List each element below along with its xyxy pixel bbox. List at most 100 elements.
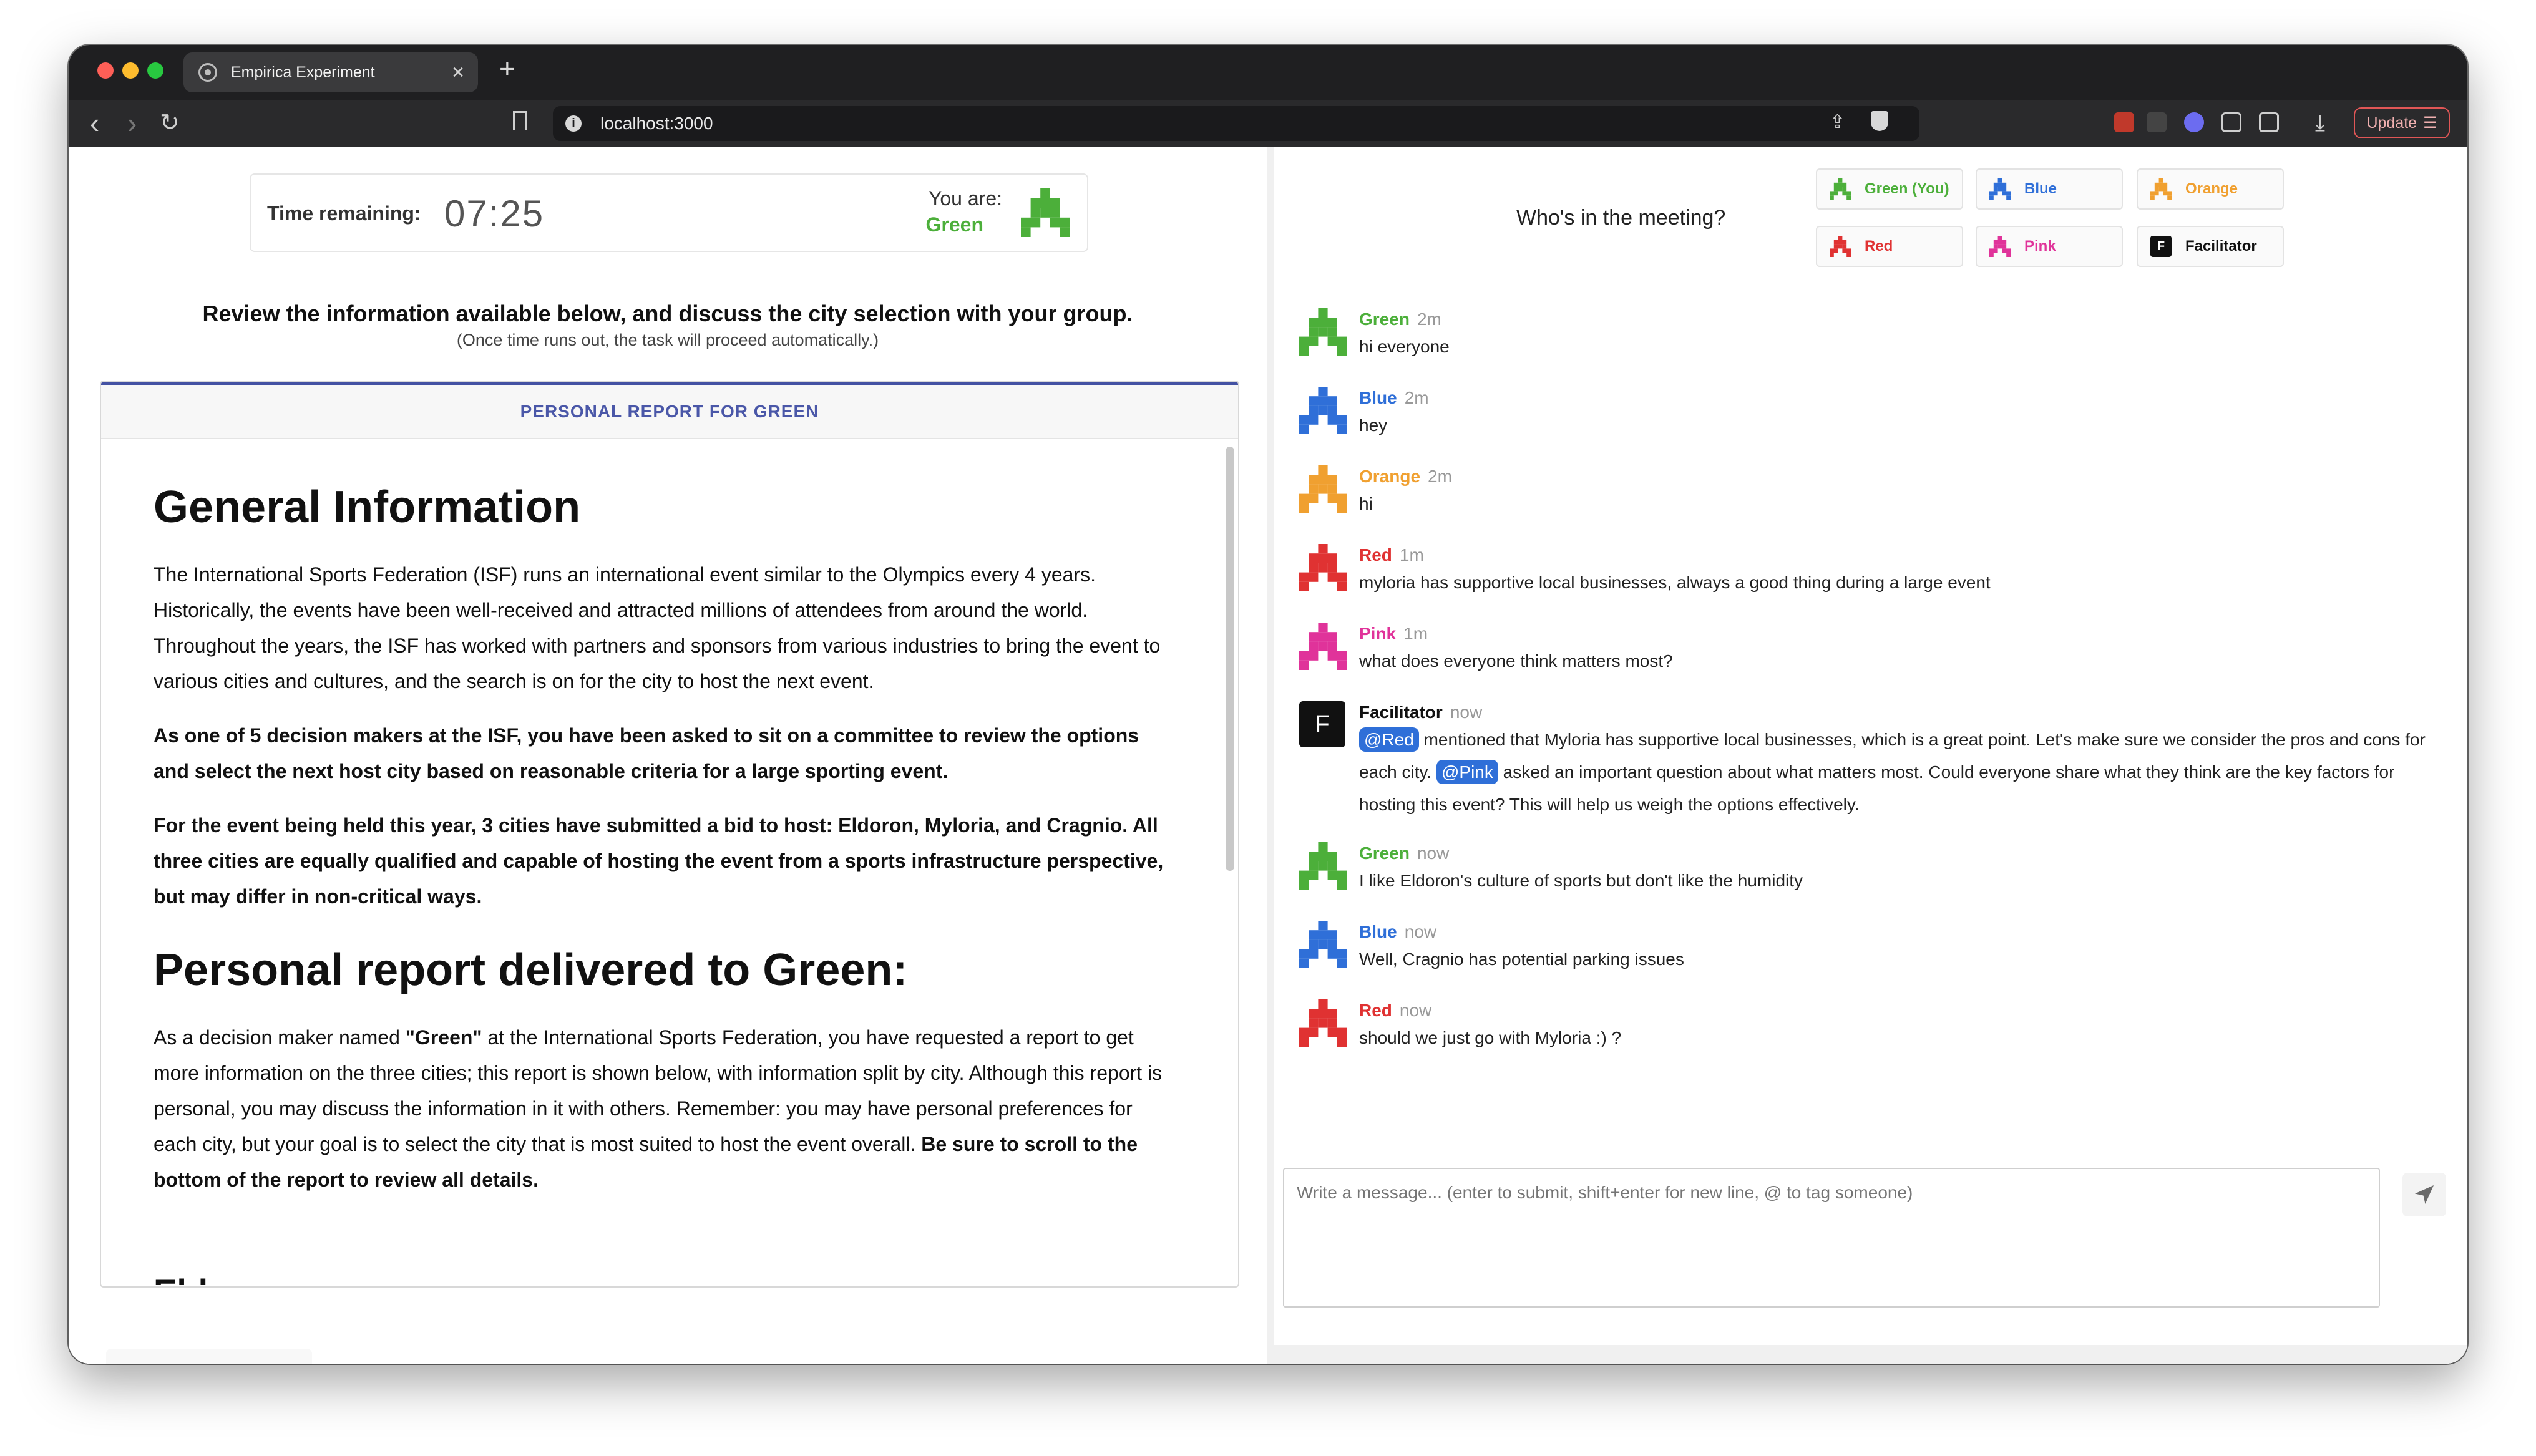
update-button[interactable]: Update ☰ [2354,107,2450,138]
participant-chip-green[interactable]: Green (You) [1816,168,1963,210]
brave-shield-icon[interactable] [1871,111,1888,131]
message-text: myloria has supportive local businesses,… [1359,573,1991,592]
message-text: what does everyone think matters most? [1359,651,1673,671]
extension-red-icon[interactable] [2114,112,2134,132]
participant-label: Orange [2185,180,2238,197]
time-remaining-value: 07:25 [444,193,545,235]
message-text-b: asked an important question about what m… [1359,762,2395,814]
mention-red[interactable]: @Red [1359,727,1419,752]
instructions-subtext: (Once time runs out, the task will proce… [456,331,879,349]
red-avatar-icon [1299,999,1347,1047]
general-information-heading: General Information [154,482,581,532]
message-text: Well, Cragnio has potential parking issu… [1359,949,1684,969]
tab-close-icon[interactable]: × [452,61,464,85]
participant-chip-facilitator[interactable]: F Facilitator [2137,226,2284,267]
chat-message-facilitator: F Facilitator now @Red mentioned that Myl… [1299,701,2447,842]
participant-label: Blue [2024,180,2057,197]
participant-chip-red[interactable]: Red [1816,226,1963,267]
new-tab-button[interactable]: + [499,54,515,85]
instructions-text: Review the information available below, … [202,301,1133,326]
task-pane: Time remaining: 07:25 You are: Green Rev… [69,147,1267,1364]
city-heading-eldoron: Eldoron [154,1273,1164,1285]
chat-panel-footer [1274,1345,2467,1364]
personal-report-heading: Personal report delivered to Green: [154,945,908,996]
message-text: @Red mentioned that Myloria has supporti… [1359,724,2447,821]
message-input[interactable] [1284,1169,2379,1306]
navigation-bar: ‹ › ↻ i localhost:3000 ⇪ ⤓ Update ☰ [69,100,2467,147]
message-author: Blue [1359,922,1397,941]
message-time: 1m [1403,624,1428,643]
report-paragraph-2: As one of 5 decision makers at the ISF, … [154,724,1139,783]
pane-divider[interactable] [1267,147,1274,1364]
message-author: Green [1359,309,1410,329]
facilitator-avatar-icon: F [2150,236,2172,257]
message-time: now [1399,1001,1432,1020]
player-avatar-icon [1021,188,1070,237]
message-author: Blue [1359,388,1397,407]
you-are-label: You are: [928,187,1002,210]
page-content: Time remaining: 07:25 You are: Green Rev… [69,147,2467,1364]
green-avatar-icon [1299,842,1347,890]
tab-bar: Empirica Experiment × + [69,45,2467,100]
extension-circle-icon[interactable] [2184,112,2204,132]
site-info-icon[interactable]: i [565,115,582,132]
participant-label: Facilitator [2185,238,2257,255]
orange-avatar-icon [1299,465,1347,513]
time-remaining-label: Time remaining: [267,202,421,225]
participant-chip-blue[interactable]: Blue [1976,168,2123,210]
browser-tab[interactable]: Empirica Experiment × [183,52,478,92]
message-text: hi [1359,494,1373,513]
message-time: now [1404,922,1437,941]
send-icon [2415,1185,2434,1204]
participant-chip-pink[interactable]: Pink [1976,226,2123,267]
meeting-label: Who's in the meeting? [1516,206,1726,230]
globe-icon [198,63,217,82]
message-author: Green [1359,843,1410,863]
timer-card: Time remaining: 07:25 You are: Green [250,173,1088,252]
para4-text-a: As a decision maker named [154,1026,406,1049]
chat-message: Pink 1m what does everyone think matters … [1299,623,2447,701]
zoom-window-button[interactable] [147,62,163,79]
participant-label: Pink [2024,238,2056,255]
back-icon[interactable]: ‹ [90,107,99,138]
message-author: Red [1359,545,1392,565]
update-label: Update [2366,114,2417,132]
mention-pink[interactable]: @Pink [1436,760,1498,784]
chat-message: Red 1m myloria has supportive local busin… [1299,544,2447,623]
report-header: PERSONAL REPORT FOR GREEN [101,382,1238,439]
report-scrollbar[interactable] [1226,447,1234,871]
personal-report: PERSONAL REPORT FOR GREEN General Inform… [100,381,1239,1288]
close-window-button[interactable] [97,62,114,79]
share-icon[interactable]: ⇪ [1830,111,1845,133]
message-time: 1m [1399,545,1424,565]
bookmark-icon[interactable] [513,111,527,130]
blue-avatar-icon [1299,387,1347,434]
chat-message: Blue now Well, Cragnio has potential park… [1299,921,2447,999]
extensions-puzzle-icon[interactable] [2221,112,2241,132]
report-body[interactable]: General Information The International Sp… [154,439,1164,1285]
extension-p-icon[interactable] [2147,112,2167,132]
chat-message: Red now should we just go with Myloria :)… [1299,999,2447,1078]
message-author: Orange [1359,467,1421,486]
wallet-icon[interactable] [2259,112,2279,132]
red-avatar-icon [1830,236,1851,257]
send-button[interactable] [2402,1173,2446,1216]
participant-label: Red [1865,238,1893,255]
chat-message: Green now I like Eldoron's culture of spo… [1299,842,2447,921]
report-paragraph-3: For the event being held this year, 3 ci… [154,814,1164,908]
blue-avatar-icon [1299,921,1347,968]
message-time: 2m [1404,388,1429,407]
forward-icon[interactable]: › [127,107,137,138]
message-time: now [1450,702,1483,722]
green-avatar-icon [1299,308,1347,356]
message-time: 2m [1417,309,1441,329]
message-author: Red [1359,1001,1392,1020]
participant-chip-orange[interactable]: Orange [2137,168,2284,210]
dev-toolbar[interactable] [106,1349,312,1364]
address-bar[interactable]: i localhost:3000 [553,106,1919,141]
browser-window: Empirica Experiment × + ‹ › ↻ i localhos… [69,45,2467,1364]
reload-icon[interactable]: ↻ [160,107,180,138]
download-icon[interactable]: ⤓ [2315,107,2325,138]
report-paragraph-4: As a decision maker named "Green" at the… [154,1020,1164,1198]
minimize-window-button[interactable] [122,62,139,79]
